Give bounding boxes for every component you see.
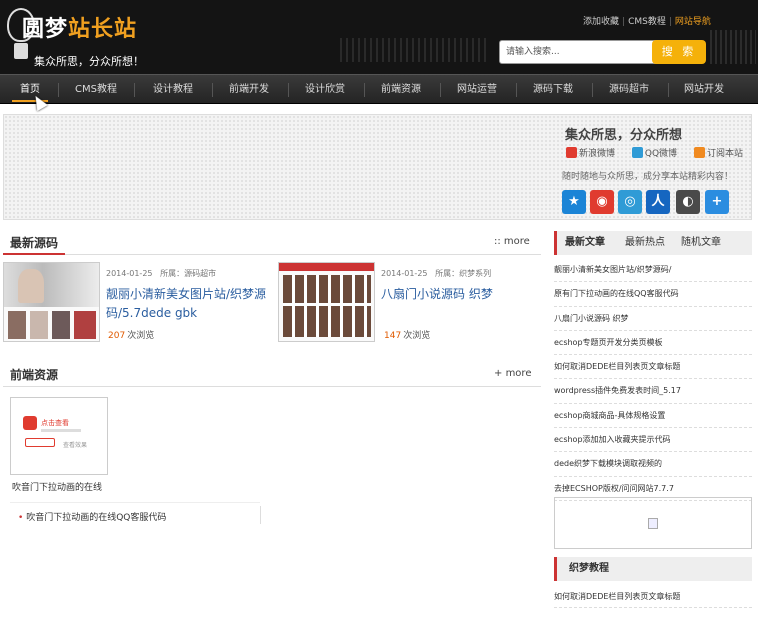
site-slogan: 集众所思，分众所想！ [34,55,144,68]
sidebar-tabs: 最新文章 最新热点 随机文章 [554,231,752,255]
header-decoration-right [710,30,756,64]
search-button[interactable]: 搜 索 [652,40,706,64]
resource-title-link[interactable]: 吹音门下拉动画的在线 [12,480,102,493]
card-thumbnail-image[interactable] [278,262,375,342]
sina-weibo-icon [566,147,577,158]
logo-text-b: 站长站 [68,17,138,42]
tab-hot-articles[interactable]: 最新热点 [625,231,665,255]
bulb-base-icon [14,43,28,59]
site-logo[interactable]: 圆梦站长站 [22,17,137,43]
list-item[interactable]: 如何取消DEDE栏目列表页文章标题 [554,355,752,380]
dede-tutorial-title: 织梦教程 [569,563,609,574]
list-item[interactable]: ecshop专题页开发分类页模板 [554,331,752,356]
nav-divider [134,83,135,97]
qq-weibo-link[interactable]: QQ微博 [631,146,677,159]
nav-divider [668,83,669,97]
frontend-more-link[interactable]: + more [494,368,531,379]
cms-tutorial-link[interactable]: CMS教程 [628,17,666,27]
nav-web-dev[interactable]: 网站开发 [672,75,736,104]
qq-service-icon [23,416,37,430]
renren-icon[interactable]: 人 [646,190,670,214]
more-share-icon[interactable]: + [705,190,729,214]
latest-more-link[interactable]: :: more [494,236,530,247]
nav-frontend-resources[interactable]: 前端资源 [368,75,434,104]
share-links: 新浪微博 QQ微博 订阅本站 [566,146,757,159]
list-item[interactable]: wordpress插件免费发表时间_5.17 [554,379,752,404]
rss-icon [693,147,705,158]
card-view-count: 207 次浏览 [108,331,155,341]
search-input[interactable]: 请输入搜索... [499,40,657,64]
nav-divider [516,83,517,97]
section-divider [3,254,541,255]
nav-divider [592,83,593,97]
tab-random-articles[interactable]: 随机文章 [681,231,721,255]
list-item[interactable]: ecshop添加加入收藏夹提示代码 [554,428,752,453]
nav-divider [288,83,289,97]
sidebar-section-header: 织梦教程 [554,557,752,581]
header-decoration [340,38,490,62]
share-description: 随时随地与众所思，成分享本站精彩内容！ [562,172,734,182]
top-links: 添加收藏 | CMS教程 | 网站导航 [583,17,711,27]
card-meta: 2014-01-25 所属：源码超市 [106,269,217,278]
nav-divider [212,83,213,97]
rss-subscribe-link[interactable]: 订阅本站 [693,146,743,159]
bullet-icon: • [18,513,24,523]
card-thumbnail-image[interactable] [3,262,100,342]
list-item[interactable]: dede织梦下载模块调取视频的 [554,452,752,477]
card-category-link[interactable]: 源码超市 [184,269,216,278]
section-divider [3,386,541,387]
card-title-link[interactable]: 八扇门小说源码 织梦 [381,285,541,304]
sina-weibo-link[interactable]: 新浪微博 [566,146,615,159]
thumb-caption: 点击查看 [41,419,69,427]
frontend-resources-title: 前端资源 [10,368,59,382]
section-title-underline [3,253,65,255]
add-favorite-link[interactable]: 添加收藏 [583,17,619,27]
logo-text-a: 圆梦 [22,17,69,42]
sidebar-ad-box [554,497,752,549]
card-category-link[interactable]: 织梦系列 [459,269,491,278]
nav-divider [440,83,441,97]
list-item[interactable]: 如何取消DEDE栏目列表页文章标题 [554,587,752,608]
qq-weibo-icon [631,147,643,158]
nav-design-showcase[interactable]: 设计欣赏 [292,75,358,104]
list-item[interactable]: 八扇门小说源码 织梦 [554,307,752,331]
nav-source-download[interactable]: 源码下载 [520,75,586,104]
site-header: 圆梦站长站 集众所思，分众所想！ 添加收藏 | CMS教程 | 网站导航 请输入搜索..… [0,0,758,74]
nav-frontend-dev[interactable]: 前端开发 [216,75,282,104]
list-item[interactable]: 靓丽小清新美女图片站/织梦源码/ [554,258,752,283]
list-item[interactable]: ecshop商城商品-具体规格设置 [554,404,752,429]
tqq-icon[interactable]: ◎ [618,190,642,214]
nav-divider [58,83,59,97]
weibo-icon[interactable]: ◉ [590,190,614,214]
main-nav: 首页 CMS教程 设计教程 前端开发 设计欣赏 前端资源 网站运营 源码下载 源… [0,74,758,104]
sidebar-article-list: 靓丽小清新美女图片站/织梦源码/原有门下拉动画的在线QQ客服代码 八扇门小说源码 … [554,258,752,501]
wechat-icon[interactable]: ◐ [676,190,700,214]
card-meta: 2014-01-25 所属：织梦系列 [381,269,492,278]
card-view-count: 147 次浏览 [384,331,431,341]
resource-list-item[interactable]: • 吹音门下拉动画的在线QQ客服代码 [18,510,166,523]
nav-source-market[interactable]: 源码超市 [596,75,662,104]
nav-design-tutorial[interactable]: 设计教程 [140,75,206,104]
broken-image-icon [648,518,658,529]
share-title: 集众所思，分众所想 [565,128,683,143]
tab-latest-articles[interactable]: 最新文章 [565,231,605,255]
nav-divider [364,83,365,97]
nav-site-operation[interactable]: 网站运营 [444,75,510,104]
list-item[interactable]: 原有门下拉动画的在线QQ客服代码 [554,282,752,307]
nav-cms-tutorial[interactable]: CMS教程 [64,75,128,104]
resource-thumbnail-image[interactable]: 点击查看 查看效果 [10,397,108,475]
latest-source-title: 最新源码 [10,236,59,250]
site-nav-link[interactable]: 网站导航 [675,17,711,27]
thumb-caption: 查看效果 [63,442,88,449]
card-title-link[interactable]: 靓丽小清新美女图片站/织梦源码/5.7dede gbk [106,285,272,323]
qzone-icon[interactable]: ★ [562,190,586,214]
